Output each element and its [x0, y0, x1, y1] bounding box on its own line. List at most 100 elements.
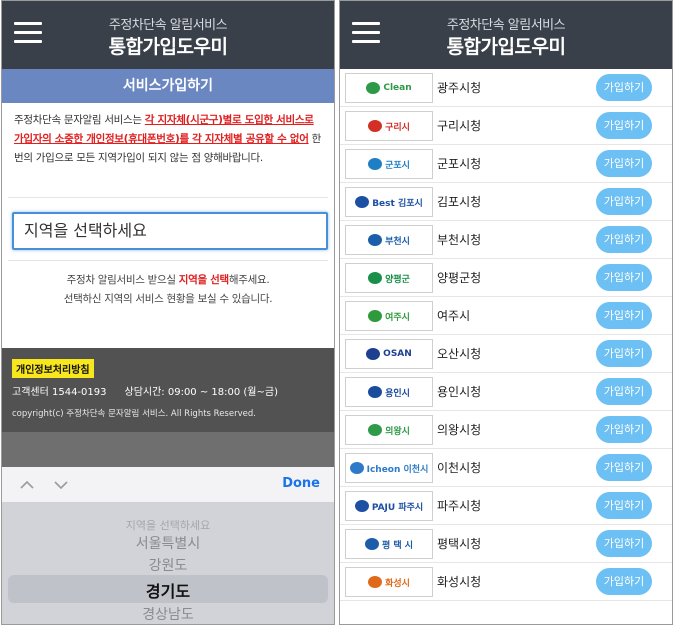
city-name: 의왕시청	[437, 423, 482, 437]
city-row: 용인시 용인시청 가입하기	[340, 373, 672, 411]
city-emblem-icon	[355, 196, 370, 208]
city-name: 파주시청	[437, 499, 482, 513]
join-button[interactable]: 가입하기	[596, 188, 652, 215]
app-subtitle: 주정차단속 알림서비스	[108, 18, 228, 33]
city-logo-text: 구리시	[385, 122, 410, 133]
chevron-up-icon[interactable]	[20, 477, 34, 491]
join-button[interactable]: 가입하기	[596, 530, 652, 557]
city-logo-text: Icheon 이천시	[366, 464, 429, 475]
city-emblem-icon	[366, 82, 381, 94]
join-button[interactable]: 가입하기	[596, 74, 652, 101]
city-row: 양평군 양평군청 가입하기	[340, 259, 672, 297]
city-row: 화성시 화성시청 가입하기	[340, 563, 672, 601]
city-logo: 용인시	[345, 377, 433, 407]
city-emblem-icon	[368, 120, 383, 132]
city-logo-text: 평 택 시	[381, 540, 414, 551]
city-logo-text: 양평군	[385, 274, 410, 285]
city-row: 평 택 시 평택시청 가입하기	[340, 525, 672, 563]
city-logo-text: 용인시	[385, 388, 410, 399]
city-name: 광주시청	[437, 81, 482, 95]
help-line-1-pre: 주정차 알림서비스 받으실	[66, 274, 179, 286]
city-emblem-icon	[366, 348, 381, 360]
city-emblem-icon	[368, 272, 383, 284]
city-logo: 부천시	[345, 225, 433, 255]
city-logo: Icheon 이천시	[345, 453, 433, 483]
join-button[interactable]: 가입하기	[596, 226, 652, 253]
signup-notice: 주정차단속 문자알림 서비스는 각 지자체(시군구)별로 도입한 서비스로 가입…	[14, 111, 324, 168]
city-row: 구리시 구리시청 가입하기	[340, 107, 672, 145]
help-line-2: 선택하신 지역의 서비스 현황을 보실 수 있습니다.	[63, 293, 273, 305]
city-logo: Best 김포시	[345, 187, 433, 217]
city-name: 화성시청	[437, 575, 482, 589]
region-picker-wheel[interactable]: 지역을 선택하세요 서울특별시 강원도 경기도 경상남도	[2, 503, 334, 624]
city-row: PAJU 파주시 파주시청 가입하기	[340, 487, 672, 525]
city-logo-text: 의왕시	[385, 426, 410, 437]
join-button[interactable]: 가입하기	[596, 264, 652, 291]
contact-info: 고객센터 1544-0193 상담시간: 09:00 ~ 18:00 (월~금)	[12, 383, 296, 398]
customer-center: 고객센터 1544-0193	[12, 387, 107, 398]
notice-prefix: 주정차단속 문자알림 서비스는	[14, 114, 145, 126]
business-hours: 상담시간: 09:00 ~ 18:00 (월~금)	[124, 387, 278, 398]
city-logo: PAJU 파주시	[345, 491, 433, 521]
join-button[interactable]: 가입하기	[596, 340, 652, 367]
city-logo-text: OSAN	[383, 349, 412, 359]
city-emblem-icon	[368, 234, 383, 246]
city-logo: 의왕시	[345, 415, 433, 445]
city-row: 부천시 부천시청 가입하기	[340, 221, 672, 259]
city-logo: 여주시	[345, 301, 433, 331]
city-logo: OSAN	[345, 339, 433, 369]
picker-option-selected[interactable]: 경기도	[2, 578, 334, 602]
join-button[interactable]: 가입하기	[596, 150, 652, 177]
city-logo-text: 화성시	[385, 578, 410, 589]
city-logo-text: Clean	[383, 83, 412, 93]
city-name: 이천시청	[437, 461, 482, 475]
city-name: 용인시청	[437, 385, 482, 399]
city-name: 평택시청	[437, 537, 482, 551]
join-button[interactable]: 가입하기	[596, 454, 652, 481]
city-emblem-icon	[368, 576, 383, 588]
picker-toolbar: Done	[2, 467, 334, 503]
section-title: 서비스가입하기	[2, 69, 334, 103]
join-button[interactable]: 가입하기	[596, 378, 652, 405]
done-button[interactable]: Done	[282, 476, 320, 491]
city-row: 군포시 군포시청 가입하기	[340, 145, 672, 183]
city-name: 오산시청	[437, 347, 482, 361]
help-line-1: 주정차 알림서비스 받으실 지역을 선택해주세요.	[2, 271, 334, 290]
city-name: 여주시	[437, 309, 471, 323]
copyright: copyright(c) 주정차단속 문자알림 서비스. All Rights …	[12, 409, 256, 419]
city-emblem-icon	[368, 386, 383, 398]
city-emblem-icon	[364, 538, 379, 550]
city-name: 양평군청	[437, 271, 482, 285]
picker-option[interactable]: 서울특별시	[2, 533, 334, 553]
help-line-1-post: 해주세요.	[228, 274, 270, 286]
city-name: 군포시청	[437, 157, 482, 171]
city-row: 의왕시 의왕시청 가입하기	[340, 411, 672, 449]
city-emblem-icon	[368, 310, 383, 322]
picker-option[interactable]: 경상남도	[2, 604, 334, 624]
city-name: 부천시청	[437, 233, 482, 247]
join-button[interactable]: 가입하기	[596, 112, 652, 139]
footer: 개인정보처리방침 고객센터 1544-0193 상담시간: 09:00 ~ 18:…	[2, 348, 334, 432]
city-logo: 평 택 시	[345, 529, 433, 559]
picker-option[interactable]: 강원도	[2, 555, 334, 575]
city-row: Clean 광주시청 가입하기	[340, 69, 672, 107]
help-text: 주정차 알림서비스 받으실 지역을 선택해주세요. 선택하신 지역의 서비스 현…	[2, 271, 334, 309]
app-subtitle: 주정차단속 알림서비스	[446, 18, 566, 33]
chevron-down-icon[interactable]	[54, 477, 68, 491]
city-logo-text: 여주시	[385, 312, 410, 323]
join-button[interactable]: 가입하기	[596, 302, 652, 329]
city-name: 구리시청	[437, 119, 482, 133]
join-button[interactable]: 가입하기	[596, 568, 652, 595]
app-title: 통합가입도우미	[108, 36, 228, 58]
region-select[interactable]: 지역을 선택하세요	[12, 212, 328, 250]
join-button[interactable]: 가입하기	[596, 492, 652, 519]
join-button[interactable]: 가입하기	[596, 416, 652, 443]
city-logo-text: Best 김포시	[372, 198, 423, 209]
divider	[8, 197, 328, 198]
privacy-policy-link[interactable]: 개인정보처리방침	[12, 359, 94, 378]
picker-option[interactable]: 지역을 선택하세요	[2, 517, 334, 533]
city-logo: 군포시	[345, 149, 433, 179]
overlay-dim	[2, 432, 334, 467]
city-row: 여주시 여주시 가입하기	[340, 297, 672, 335]
city-logo: 양평군	[345, 263, 433, 293]
